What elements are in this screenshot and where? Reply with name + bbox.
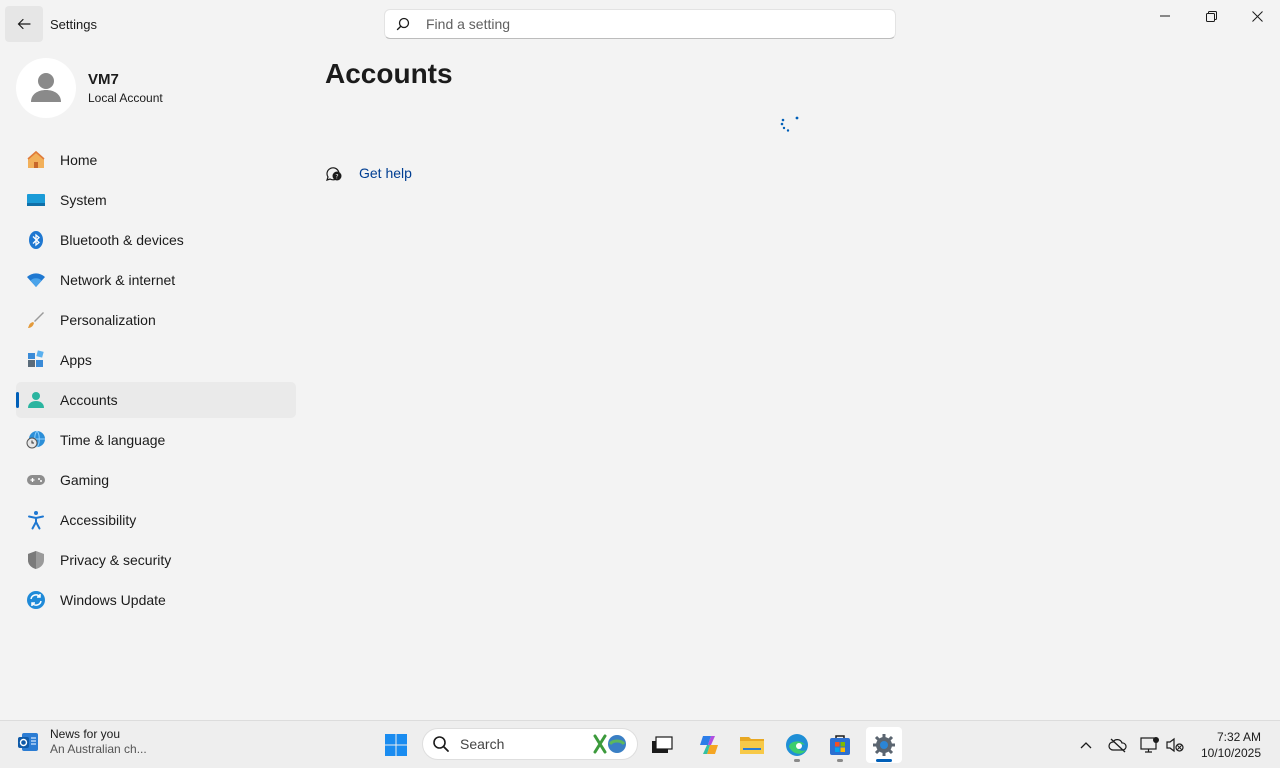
taskbar-task-view[interactable] [644,727,680,763]
folder-icon [740,737,764,754]
get-help-link[interactable]: ? Get help [325,164,412,182]
task-view-icon [652,736,673,753]
news-subtitle: An Australian ch... [50,742,147,756]
sidebar-nav: Home System Bluetooth & devices Network … [16,142,296,622]
selection-indicator [16,392,19,408]
globe-clock-icon [26,430,46,450]
clock-date: 10/10/2025 [1200,746,1261,760]
sidebar-item-system[interactable]: System [16,182,296,218]
taskbar: News for you An Australian ch... Search [0,720,1280,768]
sidebar-item-home[interactable]: Home [16,142,296,178]
network-monitor-icon [1140,737,1159,753]
tray-network[interactable] [1138,733,1162,757]
brush-icon [26,310,46,330]
user-icon [31,73,61,102]
nav-label-time-language: Time & language [60,432,166,448]
accessibility-icon [26,510,46,530]
page-title: Accounts [325,58,453,89]
apps-icon [26,350,46,370]
copilot-icon [700,736,718,754]
show-hidden-icons-button[interactable] [1074,733,1098,757]
accounts-icon [26,390,46,410]
sidebar-item-personalization[interactable]: Personalization [16,302,296,338]
nav-label-windows-update: Windows Update [60,592,166,608]
system-icon [26,190,46,210]
taskbar-search-label: Search [460,736,505,752]
news-title: News for you [50,727,121,741]
settings-gear-icon [873,734,895,756]
volume-muted-icon [1166,737,1184,753]
user-profile[interactable]: VM7 Local Account [16,58,163,118]
taskbar-store[interactable] [822,727,858,763]
nav-label-apps: Apps [60,352,92,368]
nav-label-personalization: Personalization [60,312,156,328]
nav-label-network: Network & internet [60,272,176,288]
sidebar-item-bluetooth[interactable]: Bluetooth & devices [16,222,296,258]
taskbar-edge[interactable] [779,727,815,763]
sidebar-item-privacy-security[interactable]: Privacy & security [16,542,296,578]
sidebar-item-gaming[interactable]: Gaming [16,462,296,498]
loading-spinner-icon [780,116,799,132]
sidebar-item-accounts[interactable]: Accounts [16,382,296,418]
tray-volume[interactable] [1163,733,1187,757]
running-indicator [794,759,800,762]
back-arrow-icon [17,18,31,30]
restore-button[interactable] [1188,0,1234,32]
chevron-up-icon [1080,742,1092,749]
get-help-label: Get help [359,165,412,181]
nav-label-bluetooth: Bluetooth & devices [60,232,184,248]
nav-label-system: System [60,192,107,208]
tray-onedrive[interactable] [1106,733,1130,757]
sidebar-item-network[interactable]: Network & internet [16,262,296,298]
minimize-button[interactable] [1142,0,1188,32]
help-icon: ? [326,167,342,181]
sidebar-item-windows-update[interactable]: Windows Update [16,582,296,618]
close-icon [1251,10,1263,22]
active-app-indicator [876,759,892,762]
shield-icon [26,550,46,570]
account-type: Local Account [88,91,163,105]
taskbar-search-icon [433,736,449,752]
edge-icon [786,734,808,756]
svg-text:?: ? [335,174,338,181]
update-icon [26,590,46,610]
taskbar-search[interactable]: Search [422,728,638,760]
taskbar-settings[interactable] [866,727,902,763]
search-highlight-icon [593,734,626,754]
taskbar-copilot[interactable] [691,727,727,763]
home-icon [26,150,46,170]
sidebar-item-apps[interactable]: Apps [16,342,296,378]
nav-label-privacy-security: Privacy & security [60,552,172,568]
sidebar-item-time-language[interactable]: Time & language [16,422,296,458]
restore-icon [1205,10,1217,22]
sidebar-item-accessibility[interactable]: Accessibility [16,502,296,538]
nav-label-home: Home [60,152,98,168]
taskbar-clock[interactable]: 7:32 AM 10/10/2025 [1201,729,1261,761]
news-icon [18,733,38,751]
profile-name: VM7 [88,71,119,88]
search-icon [396,16,412,32]
start-button[interactable] [384,733,408,757]
clock-time: 7:32 AM [1216,730,1261,744]
avatar [16,58,76,118]
cloud-off-icon [1108,738,1127,753]
search-box[interactable] [384,9,896,39]
nav-label-accounts: Accounts [60,392,118,408]
bluetooth-icon [26,230,46,250]
close-button[interactable] [1234,0,1280,32]
wifi-icon [26,270,46,290]
back-button[interactable] [5,6,43,42]
nav-label-gaming: Gaming [60,472,110,488]
running-indicator [837,759,843,762]
news-widget[interactable]: News for you An Australian ch... [16,727,147,757]
store-icon [830,735,850,755]
app-title: Settings [50,17,97,32]
taskbar-file-explorer[interactable] [734,727,770,763]
title-bar: Settings [0,0,1280,48]
nav-label-accessibility: Accessibility [60,512,137,528]
gamepad-icon [26,470,46,490]
search-input[interactable] [424,15,868,33]
minimize-icon [1160,15,1170,17]
